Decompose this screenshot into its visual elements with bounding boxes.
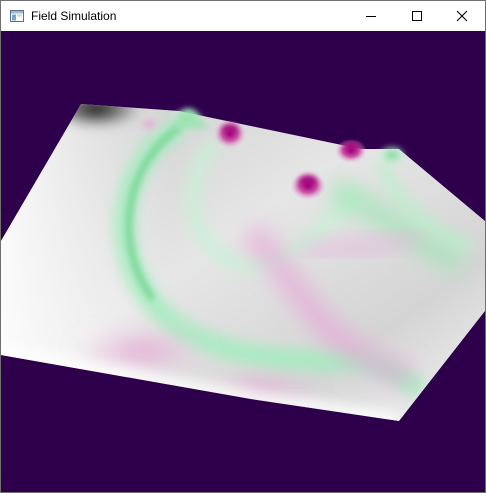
render-viewport[interactable] [1, 31, 485, 492]
window-app-icon [10, 9, 24, 23]
close-icon [456, 10, 468, 22]
minimize-button[interactable] [348, 1, 394, 31]
maximize-button[interactable] [394, 1, 440, 31]
application-window: Field Simulation [0, 0, 486, 493]
maximize-icon [412, 11, 422, 21]
field-surface-render [1, 31, 485, 492]
title-bar[interactable]: Field Simulation [1, 1, 485, 31]
minimize-icon [366, 16, 376, 17]
close-button[interactable] [439, 1, 485, 31]
window-title: Field Simulation [31, 9, 117, 23]
